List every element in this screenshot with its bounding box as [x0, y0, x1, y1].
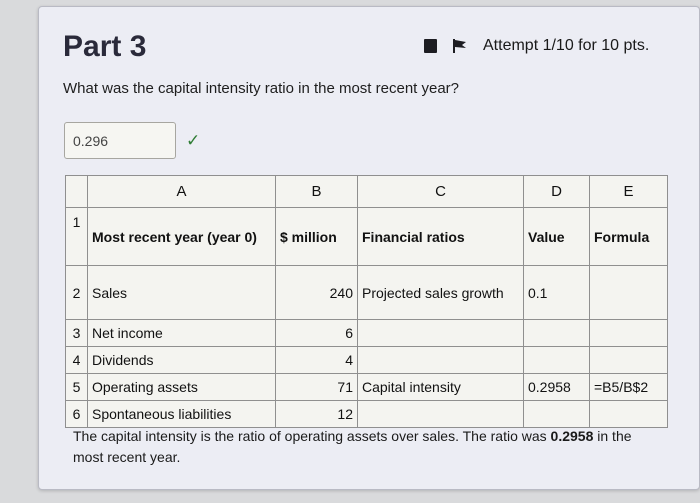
column-header-a: A — [87, 175, 276, 208]
column-header-d: D — [523, 175, 590, 208]
table-row: 5 Operating assets 71 Capital intensity … — [65, 373, 668, 401]
cell-e1: Formula — [589, 207, 668, 266]
cell-c5: Capital intensity — [357, 373, 524, 401]
row-number: 2 — [65, 265, 88, 320]
question-text: What was the capital intensity ratio in … — [63, 80, 460, 97]
table-row: 3 Net income 6 — [65, 319, 668, 347]
cell-a1: Most recent year (year 0) — [87, 207, 276, 266]
cell-d4 — [523, 346, 590, 374]
cell-e4 — [589, 346, 668, 374]
ebook-icon[interactable] — [424, 39, 437, 53]
cell-b1: $ million — [275, 207, 358, 266]
cell-b5: 71 — [275, 373, 358, 401]
table-row: 2 Sales 240 Projected sales growth 0.1 — [65, 265, 668, 320]
cell-d1: Value — [523, 207, 590, 266]
cell-a3: Net income — [87, 319, 276, 347]
table-row: 4 Dividends 4 — [65, 346, 668, 374]
check-icon: ✓ — [186, 131, 201, 150]
column-header-row: A B C D E — [65, 175, 668, 208]
table-row: 6 Spontaneous liabilities 12 — [65, 400, 668, 428]
cell-a2: Sales — [87, 265, 276, 320]
cell-c3 — [357, 319, 524, 347]
cell-b4: 4 — [275, 346, 358, 374]
cell-c6 — [357, 400, 524, 428]
cell-b6: 12 — [275, 400, 358, 428]
cell-a4: Dividends — [87, 346, 276, 374]
attempt-bar: Attempt 1/10 for 10 pts. — [424, 37, 649, 55]
cell-d3 — [523, 319, 590, 347]
column-header-e: E — [589, 175, 668, 208]
cell-b3: 6 — [275, 319, 358, 347]
cell-e6 — [589, 400, 668, 428]
corner-cell — [65, 175, 88, 208]
explanation-line: The capital intensity is the ratio of op… — [73, 428, 547, 444]
cell-c2: Projected sales growth — [357, 265, 524, 320]
column-header-b: B — [275, 175, 358, 208]
attempt-text: Attempt 1/10 for 10 pts. — [483, 37, 650, 54]
cell-e5: =B5/B$2 — [589, 373, 668, 401]
cell-e3 — [589, 319, 668, 347]
row-number: 6 — [65, 400, 88, 428]
cell-d5: 0.2958 — [523, 373, 590, 401]
answer-value: 0.296 — [73, 133, 109, 149]
part-title: Part 3 — [63, 30, 147, 63]
spreadsheet: A B C D E 1 Most recent year (year 0) $ … — [65, 175, 668, 428]
cell-c1: Financial ratios — [357, 207, 524, 266]
answer-input[interactable]: 0.296 — [64, 122, 176, 159]
row-number: 1 — [65, 207, 88, 266]
cell-d2: 0.1 — [523, 265, 590, 320]
cell-a5: Operating assets — [87, 373, 276, 401]
explanation-value: 0.2958 — [550, 428, 594, 444]
cell-d6 — [523, 400, 590, 428]
cell-b2: 240 — [275, 265, 358, 320]
table-row: 1 Most recent year (year 0) $ million Fi… — [65, 207, 668, 266]
row-number: 3 — [65, 319, 88, 347]
row-number: 4 — [65, 346, 88, 374]
explanation-text: The capital intensity is the ratio of op… — [73, 426, 633, 468]
flag-icon[interactable] — [451, 38, 469, 54]
cell-e2 — [589, 265, 668, 320]
row-number: 5 — [65, 373, 88, 401]
column-header-c: C — [357, 175, 524, 208]
cell-c4 — [357, 346, 524, 374]
cell-a6: Spontaneous liabilities — [87, 400, 276, 428]
